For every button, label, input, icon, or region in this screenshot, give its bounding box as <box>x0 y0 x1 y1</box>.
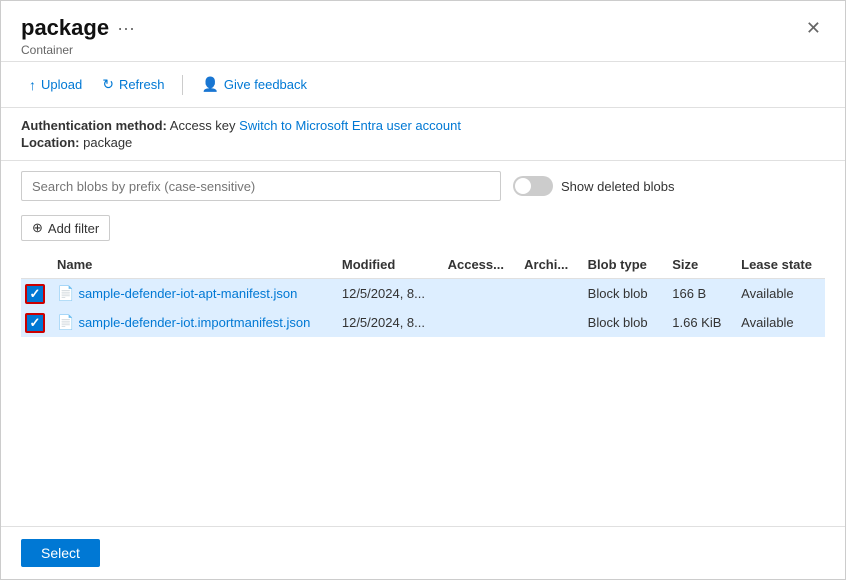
row-modified: 12/5/2024, 8... <box>334 308 440 337</box>
table-row: ✓ 📄 sample-defender-iot.importmanifest.jso… <box>21 308 825 337</box>
show-deleted-toggle[interactable] <box>513 176 553 196</box>
col-lease-state[interactable]: Lease state <box>733 251 825 279</box>
location-value: package <box>83 135 132 150</box>
select-button[interactable]: Select <box>21 539 100 567</box>
col-modified[interactable]: Modified <box>334 251 440 279</box>
subtitle: Container <box>21 43 135 57</box>
row-lease-state: Available <box>733 308 825 337</box>
search-row: Show deleted blobs <box>1 161 845 211</box>
file-icon: 📄 <box>57 314 74 331</box>
col-name[interactable]: Name <box>49 251 334 279</box>
row-size: 1.66 KiB <box>664 308 733 337</box>
col-blob-type[interactable]: Blob type <box>580 251 665 279</box>
checkbox-check: ✓ <box>30 315 41 331</box>
footer: Select <box>1 526 845 579</box>
file-link[interactable]: sample-defender-iot.importmanifest.json <box>78 315 310 330</box>
location-label: Location: <box>21 135 80 150</box>
add-filter-label: Add filter <box>48 221 99 236</box>
show-deleted-label: Show deleted blobs <box>561 179 674 194</box>
more-options-icon[interactable]: ··· <box>117 18 135 39</box>
close-button[interactable]: ✕ <box>802 15 825 41</box>
row-access <box>440 308 517 337</box>
header-left: package ··· Container <box>21 15 135 57</box>
row-modified: 12/5/2024, 8... <box>334 279 440 309</box>
col-checkbox <box>21 251 49 279</box>
refresh-button[interactable]: ↻ Refresh <box>94 72 172 97</box>
give-feedback-button[interactable]: 👤 Give feedback <box>193 72 315 97</box>
row-checkbox[interactable]: ✓ <box>25 313 45 333</box>
row-size: 166 B <box>664 279 733 309</box>
filter-row: ⊕ Add filter <box>1 211 845 251</box>
upload-icon: ↑ <box>29 77 36 93</box>
row-checkbox[interactable]: ✓ <box>25 284 45 304</box>
auth-value: Access key <box>170 118 239 133</box>
row-archi <box>516 308 580 337</box>
upload-label: Upload <box>41 77 82 92</box>
title-row: package ··· <box>21 15 135 41</box>
row-name: 📄 sample-defender-iot.importmanifest.json <box>49 308 334 337</box>
row-blob-type: Block blob <box>580 279 665 309</box>
toolbar-separator <box>182 75 183 95</box>
auth-label: Authentication method: <box>21 118 167 133</box>
col-access[interactable]: Access... <box>440 251 517 279</box>
row-lease-state: Available <box>733 279 825 309</box>
row-blob-type: Block blob <box>580 308 665 337</box>
refresh-label: Refresh <box>119 77 165 92</box>
page-title: package <box>21 15 109 41</box>
row-checkbox-cell: ✓ <box>21 279 49 309</box>
toggle-knob <box>515 178 531 194</box>
info-section: Authentication method: Access key Switch… <box>1 108 845 161</box>
row-access <box>440 279 517 309</box>
file-link[interactable]: sample-defender-iot-apt-manifest.json <box>78 286 297 301</box>
col-size[interactable]: Size <box>664 251 733 279</box>
checkbox-check: ✓ <box>30 286 41 302</box>
table-row: ✓ 📄 sample-defender-iot-apt-manifest.json 1… <box>21 279 825 309</box>
blobs-table: Name Modified Access... Archi... Blob ty… <box>21 251 825 337</box>
file-icon: 📄 <box>57 285 74 302</box>
toggle-row: Show deleted blobs <box>513 176 674 196</box>
switch-auth-link[interactable]: Switch to Microsoft Entra user account <box>239 118 461 133</box>
row-archi <box>516 279 580 309</box>
row-checkbox-cell: ✓ <box>21 308 49 337</box>
col-archi[interactable]: Archi... <box>516 251 580 279</box>
table-body: ✓ 📄 sample-defender-iot-apt-manifest.json 1… <box>21 279 825 338</box>
search-input[interactable] <box>21 171 501 201</box>
location-line: Location: package <box>21 135 825 150</box>
refresh-icon: ↻ <box>102 76 114 93</box>
give-feedback-label: Give feedback <box>224 77 307 92</box>
toolbar: ↑ Upload ↻ Refresh 👤 Give feedback <box>1 62 845 108</box>
feedback-icon: 👤 <box>201 76 218 93</box>
auth-line: Authentication method: Access key Switch… <box>21 118 825 133</box>
panel-header: package ··· Container ✕ <box>1 1 845 62</box>
add-filter-button[interactable]: ⊕ Add filter <box>21 215 110 241</box>
table-header-row: Name Modified Access... Archi... Blob ty… <box>21 251 825 279</box>
table-header: Name Modified Access... Archi... Blob ty… <box>21 251 825 279</box>
upload-button[interactable]: ↑ Upload <box>21 73 90 97</box>
blobs-table-container: Name Modified Access... Archi... Blob ty… <box>1 251 845 337</box>
row-name: 📄 sample-defender-iot-apt-manifest.json <box>49 279 334 309</box>
add-filter-icon: ⊕ <box>32 220 43 236</box>
